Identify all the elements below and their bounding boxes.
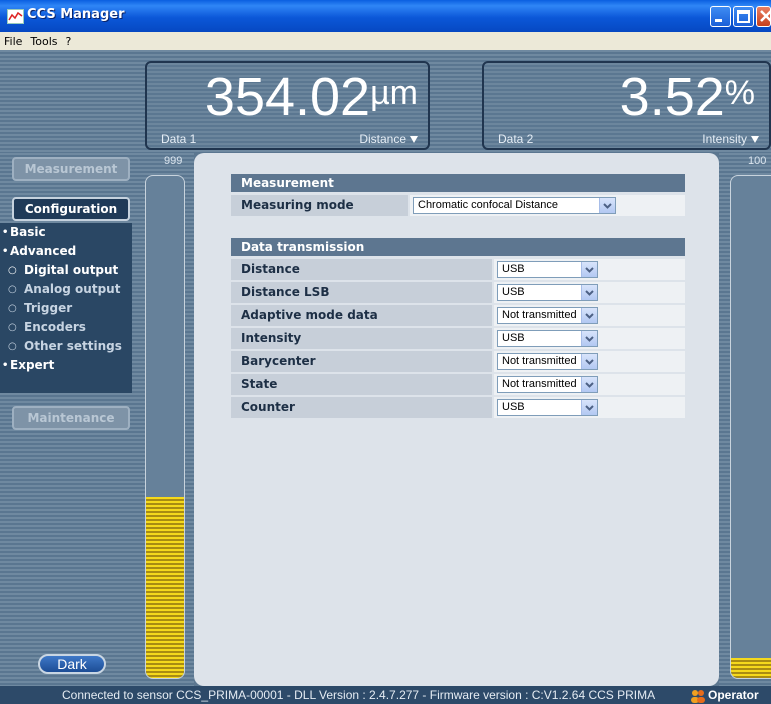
- chevron-down-icon: [581, 400, 597, 415]
- circle-bullet-icon: ○: [8, 284, 17, 295]
- measurement-section-header: Measurement: [231, 174, 685, 192]
- right-gauge-fill: [731, 657, 771, 678]
- dropdown-arrow-icon: [751, 136, 759, 144]
- nav-item-digital-output[interactable]: ○ Digital output: [0, 261, 132, 280]
- content-panel: [194, 153, 719, 686]
- transmission-select[interactable]: USB: [497, 261, 598, 278]
- data2-display: 3.52% Data 2 Intensity: [482, 61, 771, 150]
- left-gauge-label: 999: [164, 155, 183, 167]
- chevron-down-icon: [581, 377, 597, 392]
- row-label: Adaptive mode data: [231, 305, 492, 326]
- nav-item-encoders[interactable]: ○ Encoders: [0, 318, 132, 337]
- circle-bullet-icon: ○: [8, 322, 17, 333]
- nav-item-trigger[interactable]: ○ Trigger: [0, 299, 132, 318]
- bullet-icon: •: [2, 227, 9, 238]
- chevron-down-icon: [581, 354, 597, 369]
- row-label: Distance: [231, 259, 492, 280]
- menu-file[interactable]: File: [0, 32, 26, 48]
- data1-display: 354.02µm Data 1 Distance: [145, 61, 430, 150]
- right-gauge-label: 100: [748, 155, 767, 167]
- transmission-row: Intensity USB: [231, 328, 685, 349]
- transmission-select[interactable]: USB: [497, 399, 598, 416]
- app-icon: [7, 9, 24, 24]
- circle-bullet-icon: ○: [8, 341, 17, 352]
- bullet-icon: •: [2, 246, 9, 257]
- configuration-submenu: • Basic • Advanced ○ Digital output ○ Analog…: [0, 223, 132, 393]
- data-transmission-section-header: Data transmission: [231, 238, 685, 256]
- left-gauge-fill: [146, 497, 184, 678]
- transmission-select[interactable]: USB: [497, 330, 598, 347]
- measuring-mode-select[interactable]: Chromatic confocal Distance: [413, 197, 616, 214]
- data1-value: 354.02: [204, 67, 371, 127]
- minimize-button[interactable]: [710, 6, 731, 27]
- nav-item-advanced[interactable]: • Advanced: [0, 242, 132, 261]
- transmission-select[interactable]: Not transmitted: [497, 353, 598, 370]
- nav-item-other-settings[interactable]: ○ Other settings: [0, 337, 132, 356]
- transmission-select[interactable]: Not transmitted: [497, 376, 598, 393]
- data2-value: 3.52: [619, 67, 725, 127]
- circle-bullet-icon: ○: [8, 265, 17, 276]
- transmission-row: Counter USB: [231, 397, 685, 418]
- data1-unit: µm: [370, 74, 418, 112]
- left-level-gauge: [145, 175, 185, 679]
- data1-type-selector[interactable]: Distance: [359, 132, 418, 146]
- row-label: Barycenter: [231, 351, 492, 372]
- data2-type-selector[interactable]: Intensity: [702, 132, 759, 146]
- measuring-mode-label: Measuring mode: [231, 195, 408, 216]
- chevron-down-icon: [599, 198, 615, 213]
- dark-button[interactable]: Dark: [38, 654, 106, 674]
- menu-tools[interactable]: Tools: [26, 32, 61, 48]
- chevron-down-icon: [581, 308, 597, 323]
- user-indicator[interactable]: Operator: [690, 686, 771, 704]
- transmission-row: State Not transmitted: [231, 374, 685, 395]
- chevron-down-icon: [581, 262, 597, 277]
- close-button[interactable]: [756, 6, 771, 27]
- transmission-select[interactable]: Not transmitted: [497, 307, 598, 324]
- dropdown-arrow-icon: [410, 136, 418, 144]
- transmission-row: Barycenter Not transmitted: [231, 351, 685, 372]
- row-label: Distance LSB: [231, 282, 492, 303]
- right-level-gauge: [730, 175, 771, 679]
- chevron-down-icon: [581, 285, 597, 300]
- transmission-row: Distance USB: [231, 259, 685, 280]
- data2-label: Data 2: [498, 132, 534, 146]
- data2-unit: %: [724, 74, 755, 112]
- bullet-icon: •: [2, 360, 9, 371]
- window-title: CCS Manager: [27, 7, 125, 22]
- maintenance-button[interactable]: Maintenance: [12, 406, 130, 430]
- transmission-row: Adaptive mode data Not transmitted: [231, 305, 685, 326]
- circle-bullet-icon: ○: [8, 303, 17, 314]
- data1-label: Data 1: [161, 132, 197, 146]
- transmission-select[interactable]: USB: [497, 284, 598, 301]
- nav-item-analog-output[interactable]: ○ Analog output: [0, 280, 132, 299]
- row-label: State: [231, 374, 492, 395]
- row-label: Intensity: [231, 328, 492, 349]
- measuring-mode-row: Measuring mode Chromatic confocal Distan…: [231, 195, 685, 216]
- chevron-down-icon: [581, 331, 597, 346]
- menu-bar: File Tools?: [0, 32, 771, 50]
- transmission-row: Distance LSB USB: [231, 282, 685, 303]
- users-icon: [690, 689, 706, 703]
- status-text: Connected to sensor CCS_PRIMA-00001 - DL…: [62, 688, 656, 702]
- status-bar: Connected to sensor CCS_PRIMA-00001 - DL…: [0, 686, 771, 704]
- configuration-button[interactable]: Configuration: [12, 197, 130, 221]
- menu-help[interactable]: ?: [62, 32, 76, 48]
- row-label: Counter: [231, 397, 492, 418]
- nav-item-expert[interactable]: • Expert: [0, 356, 132, 375]
- nav-item-basic[interactable]: • Basic: [0, 223, 132, 242]
- title-bar: CCS Manager: [0, 0, 771, 32]
- measurement-button[interactable]: Measurement: [12, 157, 130, 181]
- maximize-button[interactable]: [733, 6, 754, 27]
